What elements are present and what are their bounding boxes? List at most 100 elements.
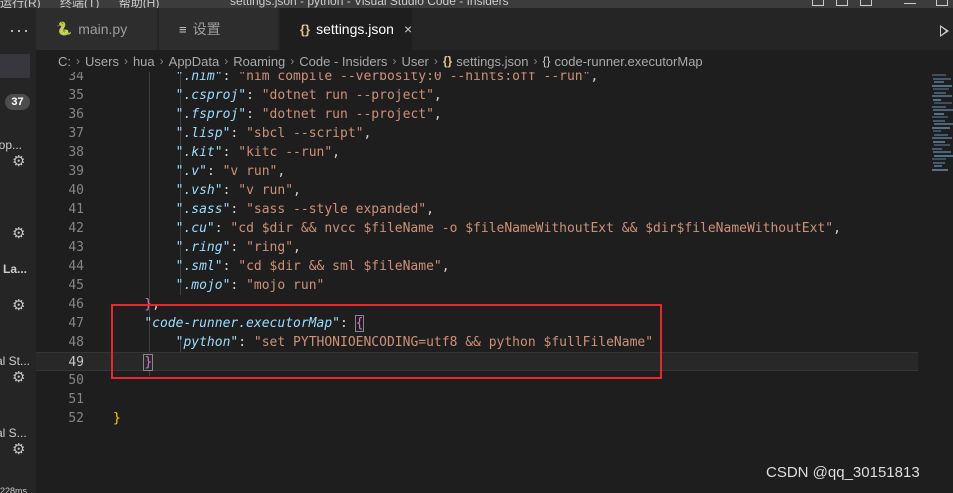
chevron-right-icon: › <box>433 54 438 68</box>
code-line[interactable]: 36 ".fsproj": "dotnet run --project", <box>36 105 918 124</box>
code-token: ".csproj" <box>175 88 247 103</box>
code-token: ".lisp" <box>175 126 231 141</box>
breadcrumb-item[interactable]: AppData <box>169 54 220 69</box>
minimize-icon[interactable] <box>904 3 916 4</box>
line-number: 43 <box>68 240 84 255</box>
code-token: , <box>441 259 450 274</box>
code-line[interactable]: 38 ".kit": "kitc --run", <box>36 143 918 162</box>
code-line[interactable]: 34 ".nim": "nim compile --verbosity:0 --h… <box>36 72 918 86</box>
code-line[interactable]: 39 ".v": "v run", <box>36 162 918 181</box>
minimap-line <box>932 116 948 118</box>
code-line[interactable]: 49} <box>36 352 918 371</box>
breadcrumb-item[interactable]: Users <box>85 54 119 69</box>
menu-run[interactable]: 运行(R) <box>0 0 41 8</box>
code-token: "sass --style expanded" <box>246 202 427 217</box>
tab-settings-json[interactable]: {} settings.json × <box>280 8 413 50</box>
code-token: "python" <box>175 335 239 350</box>
status-timing: 228ms <box>0 486 28 493</box>
code-token: : <box>339 316 356 331</box>
code-line[interactable]: 45 ".mojo": "mojo run" <box>36 276 918 295</box>
more-actions-icon[interactable]: ··· <box>9 20 30 41</box>
code-line[interactable]: 41 ".sass": "sass --style expanded", <box>36 200 918 219</box>
breadcrumb-file[interactable]: settings.json <box>456 54 528 69</box>
code-token: , <box>363 126 372 141</box>
code-line[interactable]: 37 ".lisp": "sbcl --script", <box>36 124 918 143</box>
sidebar-item-label[interactable]: La... <box>3 262 27 276</box>
code-line[interactable]: 47 "code-runner.executorMap": { <box>36 314 918 333</box>
minimap-line <box>934 91 946 94</box>
sidebar-item-label[interactable]: al S... <box>0 426 27 440</box>
code-token: "ring" <box>246 240 294 255</box>
code-line[interactable]: 52} <box>36 409 918 428</box>
code-text: ".sass": "sass --style expanded", <box>176 200 434 219</box>
minimap[interactable] <box>930 72 953 182</box>
gear-icon[interactable]: ⚙ <box>12 298 25 313</box>
sidebar-item-label[interactable]: al St... <box>0 354 30 368</box>
code-line[interactable]: 48 "python": "set PYTHONIOENCODING=utf8 &… <box>36 333 918 352</box>
code-token: : <box>230 278 247 293</box>
code-text: }, <box>144 295 160 314</box>
minimap-line <box>934 102 952 104</box>
code-line[interactable]: 43 ".ring": "ring", <box>36 238 918 257</box>
code-token: , <box>833 221 841 236</box>
gear-icon[interactable]: ⚙ <box>12 226 25 241</box>
minimap-line <box>933 151 951 153</box>
minimap-line <box>934 112 944 115</box>
line-number: 50 <box>68 373 84 388</box>
line-number: 48 <box>68 335 84 350</box>
breadcrumb-symbol[interactable]: code-runner.executorMap <box>555 54 703 69</box>
code-line[interactable]: 35 ".csproj": "dotnet run --project", <box>36 86 918 105</box>
code-token: : <box>206 164 223 179</box>
code-token: { <box>354 315 365 332</box>
gear-icon[interactable]: ⚙ <box>12 154 25 169</box>
code-token: "cd $dir && nvcc $fileName -o $fileNameW… <box>230 221 834 236</box>
code-editor[interactable]: 34 ".nim": "nim compile --verbosity:0 --h… <box>36 72 953 493</box>
code-token: ".vsh" <box>175 183 223 198</box>
code-token: } <box>113 411 121 426</box>
toggle-panel-icon[interactable] <box>836 0 848 6</box>
code-token: "set PYTHONIOENCODING=utf8 && python $fu… <box>253 335 654 350</box>
gear-icon[interactable]: ⚙ <box>12 370 25 385</box>
run-icon[interactable] <box>940 25 949 37</box>
code-line[interactable]: 50 <box>36 371 918 390</box>
menu-help[interactable]: 帮助(H) <box>119 0 160 8</box>
code-text: ".mojo": "mojo run" <box>176 276 325 295</box>
code-line[interactable]: 46}, <box>36 295 918 314</box>
code-token: ".fsproj" <box>175 107 247 122</box>
toggle-secondary-sidebar-icon[interactable] <box>860 0 872 6</box>
code-token: : <box>214 221 231 236</box>
breadcrumb-item[interactable]: hua <box>133 54 155 69</box>
toggle-sidebar-icon[interactable] <box>812 0 824 6</box>
minimap-line <box>933 109 953 111</box>
code-line[interactable]: 51 <box>36 390 918 409</box>
line-number: 49 <box>68 355 84 370</box>
line-number: 52 <box>68 411 84 426</box>
breadcrumb-item[interactable]: Code - Insiders <box>299 54 387 69</box>
breadcrumb-item[interactable]: User <box>401 54 428 69</box>
line-number: 41 <box>68 202 84 217</box>
code-token: ".kit" <box>175 145 223 160</box>
code-line[interactable]: 44 ".sml": "cd $dir && sml $fileName", <box>36 257 918 276</box>
breadcrumb-item[interactable]: Roaming <box>233 54 285 69</box>
code-token: : <box>222 259 239 274</box>
json-icon: {} <box>300 21 311 37</box>
vertical-scrollbar[interactable] <box>918 72 930 493</box>
code-text: ".fsproj": "dotnet run --project", <box>176 105 442 124</box>
maximize-icon[interactable] <box>936 0 948 6</box>
chevron-right-icon: › <box>123 54 128 68</box>
breadcrumb-item[interactable]: C: <box>58 54 71 69</box>
menu-terminal[interactable]: 终端(T) <box>60 0 99 8</box>
code-line[interactable]: 42 ".cu": "cd $dir && nvcc $fileName -o $… <box>36 219 918 238</box>
tab-settings[interactable]: ≡ 设置 <box>159 8 279 50</box>
gear-icon[interactable]: ⚙ <box>12 442 25 457</box>
tab-label: main.py <box>78 21 128 37</box>
watermark: CSDN @qq_30151813 <box>766 464 920 481</box>
code-line[interactable]: 40 ".vsh": "v run", <box>36 181 918 200</box>
tab-main-py[interactable]: 🐍 main.py <box>36 8 158 50</box>
line-number: 36 <box>68 107 84 122</box>
sidebar-item-label[interactable]: lop... <box>0 138 22 152</box>
code-token: : <box>230 126 247 141</box>
close-icon[interactable]: × <box>404 21 412 37</box>
code-token: ".cu" <box>175 221 215 236</box>
code-token: "mojo run" <box>246 278 325 293</box>
